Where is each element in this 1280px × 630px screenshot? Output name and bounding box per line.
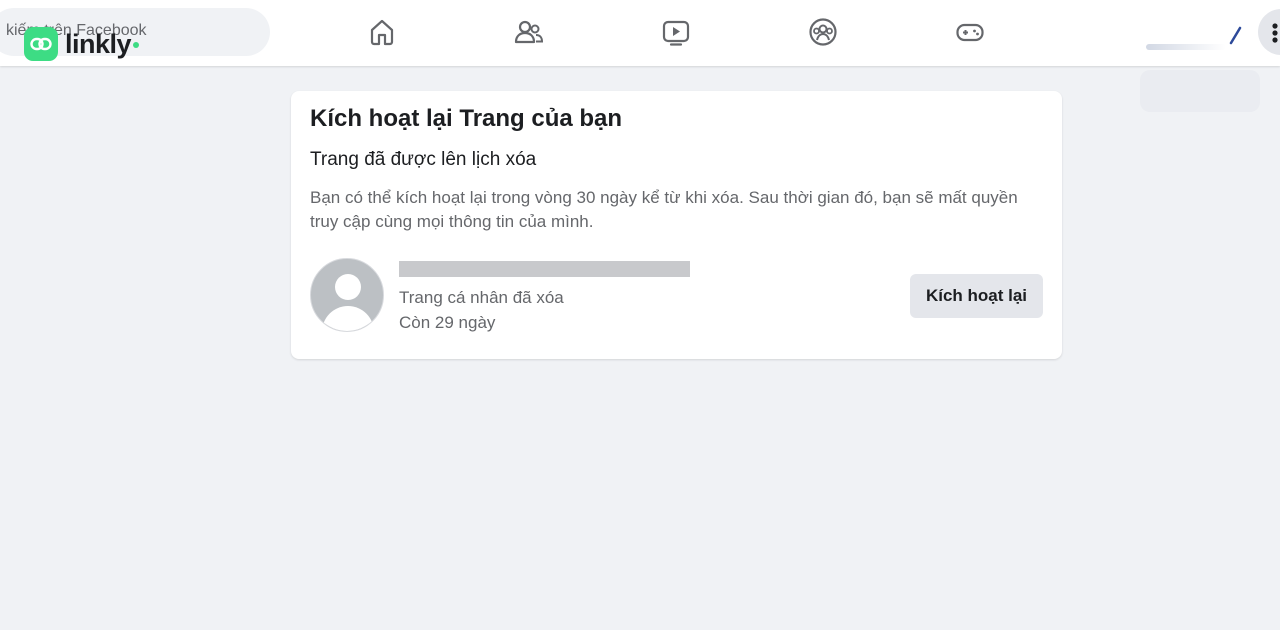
- reactivate-page-card: Kích hoạt lại Trang của bạn Trang đã đượ…: [291, 91, 1062, 359]
- logo-dot: [133, 42, 140, 48]
- watch-icon: [662, 20, 690, 46]
- card-title: Kích hoạt lại Trang của bạn: [310, 105, 623, 132]
- pen-icon: [1229, 26, 1242, 45]
- card-description: Bạn có thể kích hoạt lại trong vòng 30 n…: [310, 188, 1018, 231]
- avatar-head: [335, 274, 361, 300]
- blurred-region: [1146, 44, 1226, 50]
- nav-home[interactable]: [366, 14, 398, 50]
- nav-watch[interactable]: [660, 14, 692, 50]
- top-navigation-bar: kiếm trên Facebook linkly: [0, 0, 1280, 66]
- friends-icon: [514, 20, 544, 44]
- nav-friends[interactable]: [513, 14, 545, 50]
- groups-icon: [809, 18, 837, 46]
- gaming-icon: [956, 23, 984, 42]
- logo-text: linkly: [65, 28, 132, 59]
- card-subtitle: Trang đã được lên lịch xóa: [310, 149, 537, 170]
- redacted-profile-name: [399, 261, 690, 277]
- linkly-watermark-logo: linkly: [24, 27, 140, 61]
- more-vertical-icon: [1272, 23, 1278, 43]
- home-icon: [370, 19, 394, 46]
- avatar: [310, 258, 384, 332]
- avatar-body: [322, 306, 374, 331]
- link-icon: [24, 27, 58, 61]
- nav-groups[interactable]: [807, 14, 839, 50]
- profile-days-left: Còn 29 ngày: [399, 313, 496, 332]
- more-menu-button[interactable]: [1258, 9, 1280, 55]
- nav-gaming[interactable]: [954, 14, 986, 50]
- profile-status: Trang cá nhân đã xóa: [399, 288, 564, 307]
- blurred-region: [1140, 70, 1260, 112]
- reactivate-button[interactable]: Kích hoạt lại: [910, 274, 1043, 318]
